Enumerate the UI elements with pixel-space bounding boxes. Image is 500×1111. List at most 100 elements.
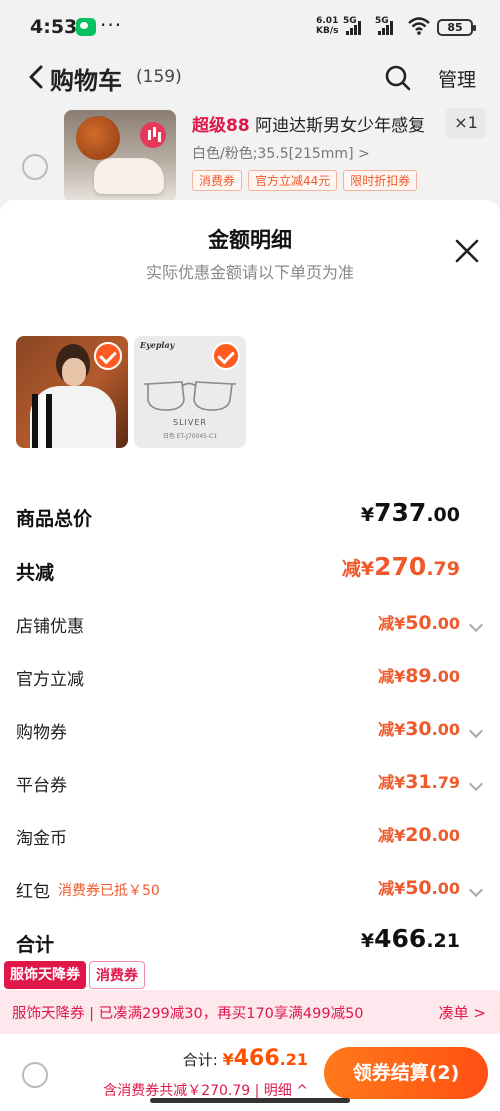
- cart-item-tags: 消费券 官方立减44元 限时折扣券: [192, 170, 418, 191]
- cart-item-image[interactable]: [64, 110, 176, 202]
- cart-item: 超级88 阿迪达斯男女少年感复 ×1 白色/粉色;35.5[215mm] > 消…: [0, 108, 500, 203]
- cart-count: (159): [136, 67, 182, 87]
- jacket-stripes: [32, 394, 38, 448]
- chevron-down-icon[interactable]: [468, 776, 484, 792]
- row-label: 共减: [16, 562, 55, 584]
- cart-item-title[interactable]: 超级88 阿迪达斯男女少年感复: [192, 111, 425, 136]
- row-value-prefix: 减¥: [378, 614, 406, 633]
- row-value-int: 737: [374, 498, 427, 527]
- row-subtotal: 商品总价 ¥737.00: [0, 498, 500, 538]
- row-value-dec: .00: [431, 826, 460, 845]
- red-packet-note: 消费券已抵￥50: [58, 883, 160, 899]
- row-value-int: 89: [405, 665, 432, 687]
- row-value-dec: .00: [431, 667, 460, 686]
- row-value: 减¥270.79: [342, 552, 460, 581]
- row-value: 减¥30.00: [378, 716, 460, 740]
- row-value-dec: .21: [426, 930, 460, 952]
- coupon-tab-apparel[interactable]: 服饰天降券: [4, 961, 86, 989]
- chevron-down-icon[interactable]: [468, 882, 484, 898]
- basketball-shape: [76, 116, 120, 160]
- row-store-discount[interactable]: 店铺优惠 减¥50.00: [0, 606, 500, 646]
- product-thumbnail-jacket[interactable]: [16, 336, 128, 448]
- row-label: 红包: [16, 882, 50, 902]
- home-indicator[interactable]: [150, 1098, 350, 1103]
- row-label: 官方立减: [16, 670, 84, 690]
- wifi-icon: [408, 17, 430, 35]
- add-items-link[interactable]: 凑单 >: [439, 1002, 486, 1023]
- row-value-dec: .00: [431, 614, 460, 633]
- row-platform-coupon[interactable]: 平台券 减¥31.79: [0, 765, 500, 805]
- row-value-int: 50: [405, 612, 432, 634]
- selected-check-icon: [212, 342, 240, 370]
- total-int: 466: [233, 1046, 280, 1071]
- row-total-discount: 共减 减¥270.79: [0, 552, 500, 592]
- row-shopping-coupon[interactable]: 购物券 减¥30.00: [0, 712, 500, 752]
- total-prefix: ¥: [222, 1050, 234, 1069]
- total-dec: .21: [279, 1050, 308, 1069]
- row-value-prefix: 减¥: [378, 879, 406, 898]
- network-speed-unit: KB/s: [316, 26, 339, 36]
- cart-item-select-radio[interactable]: [22, 154, 48, 180]
- total-label: 合计:: [182, 1051, 218, 1069]
- network-speed-value: 6.01: [316, 16, 339, 26]
- row-label: 淘金币: [16, 829, 67, 849]
- glasses-brand-logo: Eyeplay: [140, 340, 175, 350]
- row-value: 减¥20.00: [378, 822, 460, 846]
- cart-item-title-highlight: 超级88: [192, 116, 250, 136]
- row-value-prefix: 减¥: [378, 826, 406, 845]
- back-arrow-icon[interactable]: [26, 64, 48, 90]
- row-value-int: 466: [374, 924, 427, 953]
- glasses-model-code: 日色 ET-J70045-C1: [162, 433, 218, 440]
- face-shape: [62, 358, 86, 386]
- cart-page-background: 4:53 ··· 6.01 KB/s 5G 5G 85 购物车 (159) 管理…: [0, 0, 500, 210]
- sneaker-shape: [94, 158, 164, 194]
- row-value-prefix: ¥: [360, 504, 375, 526]
- row-value: 减¥50.00: [378, 875, 460, 899]
- chevron-down-icon[interactable]: [468, 617, 484, 633]
- cart-tag: 限时折扣券: [343, 170, 418, 191]
- row-value: 减¥31.79: [378, 769, 460, 793]
- sheet-title: 金额明细: [208, 228, 292, 252]
- total-line: 合计: ¥466.21: [183, 1046, 308, 1071]
- promo-text: 服饰天降券 | 已凑满299减30，再买170享满499减50: [12, 1006, 364, 1022]
- select-all-radio[interactable]: [22, 1062, 48, 1088]
- row-value: 减¥50.00: [378, 610, 460, 634]
- network-speed: 6.01 KB/s: [316, 16, 338, 36]
- row-label: 购物券: [16, 723, 67, 743]
- row-value-prefix: 减¥: [378, 720, 406, 739]
- cart-item-quantity[interactable]: ×1: [446, 108, 486, 138]
- search-icon[interactable]: [384, 64, 412, 92]
- row-value-int: 20: [405, 824, 432, 846]
- cart-item-spec[interactable]: 白色/粉色;35.5[215mm] >: [192, 143, 370, 163]
- coupon-tab-consumption[interactable]: 消费券: [89, 961, 145, 989]
- product-thumbnail-glasses[interactable]: Eyeplay SLIVER 日色 ET-J70045-C1: [134, 336, 246, 448]
- row-value-dec: .79: [431, 773, 460, 792]
- row-label: 店铺优惠: [16, 617, 84, 637]
- battery-indicator: 85: [437, 19, 476, 36]
- row-label: 合计: [16, 934, 55, 956]
- manage-button[interactable]: 管理: [438, 65, 476, 92]
- selected-check-icon: [94, 342, 122, 370]
- row-value: ¥466.21: [361, 924, 460, 953]
- more-notifications-icon: ···: [100, 13, 123, 37]
- status-bar: 4:53 ··· 6.01 KB/s 5G 5G 85: [0, 0, 500, 54]
- row-value-prefix: 减¥: [378, 773, 406, 792]
- row-red-packet[interactable]: 红包 消费券已抵￥50 减¥50.00: [0, 871, 500, 911]
- glasses-icon: [144, 381, 236, 411]
- row-value-dec: .00: [431, 879, 460, 898]
- wechat-icon: [76, 18, 96, 36]
- row-value-prefix: 减¥: [378, 667, 406, 686]
- find-similar-icon[interactable]: [140, 122, 166, 148]
- status-time: 4:53: [30, 16, 78, 38]
- glasses-color-label: SLIVER: [173, 418, 207, 427]
- checkout-button[interactable]: 领券结算(2): [324, 1047, 488, 1099]
- row-value-int: 30: [405, 718, 432, 740]
- discount-detail-toggle[interactable]: 含消费券共减￥270.79 | 明细 ^: [103, 1080, 308, 1100]
- close-icon[interactable]: [454, 238, 480, 264]
- page-title: 购物车: [50, 67, 122, 95]
- cart-tag: 消费券: [192, 170, 243, 191]
- row-label: 平台券: [16, 776, 67, 796]
- chevron-down-icon[interactable]: [468, 723, 484, 739]
- row-grand-total: 合计 ¥466.21: [0, 924, 500, 964]
- sheet-subtitle: 实际优惠金额请以下单页为准: [145, 263, 354, 282]
